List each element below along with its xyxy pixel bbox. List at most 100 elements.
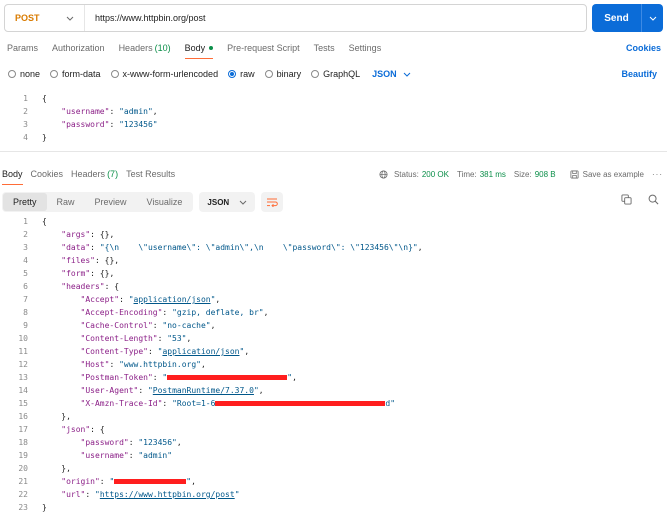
body-format-select[interactable]: JSON — [372, 69, 411, 79]
response-body-line: 9 "Cache-Control": "no-cache", — [0, 319, 667, 332]
line-number: 3 — [23, 243, 28, 252]
response-format-select[interactable]: JSON — [199, 192, 256, 212]
tab-params[interactable]: Params — [0, 37, 45, 59]
line-number: 3 — [23, 120, 28, 129]
code-text: "form": {}, — [61, 269, 115, 278]
response-body-line: 4 "files": {}, — [0, 254, 667, 267]
wrap-lines-button[interactable] — [261, 192, 284, 212]
response-actions — [605, 194, 659, 205]
code-text: "headers": { — [61, 282, 120, 291]
save-as-example-button[interactable]: Save as example — [570, 170, 644, 179]
response-tab-test-results[interactable]: Test Results — [122, 163, 179, 185]
response-body-line: 1{ — [0, 215, 667, 228]
code-text: "User-Agent": "PostmanRuntime/7.37.0", — [80, 386, 264, 395]
response-body-line: 18 "password": "123456", — [0, 436, 667, 449]
time-value[interactable]: 381 ms — [480, 170, 506, 179]
line-number: 20 — [18, 464, 28, 473]
code-text: "Content-Type": "application/json", — [80, 347, 250, 356]
tab-authorization[interactable]: Authorization — [45, 37, 112, 59]
response-tab-headers[interactable]: Headers (7) — [67, 163, 122, 185]
view-visualize[interactable]: Visualize — [137, 193, 193, 211]
send-options-button[interactable] — [641, 4, 663, 32]
response-body-line: 3 "data": "{\n \"username\": \"admin\",\… — [0, 241, 667, 254]
line-number: 23 — [18, 503, 28, 512]
code-text: "Host": "www.httpbin.org", — [80, 360, 206, 369]
view-preview[interactable]: Preview — [85, 193, 137, 211]
request-body-line: 4} — [0, 131, 667, 144]
view-mode-switch: Pretty Raw Preview Visualize — [2, 192, 194, 212]
response-body-line: 12 "Host": "www.httpbin.org", — [0, 358, 667, 371]
line-number: 16 — [18, 412, 28, 421]
code-text: "files": {}, — [61, 256, 120, 265]
response-tab-cookies[interactable]: Cookies — [27, 163, 68, 185]
response-body-line: 7 "Accept": "application/json", — [0, 293, 667, 306]
code-text: "json": { — [61, 425, 105, 434]
line-number: 2 — [23, 230, 28, 239]
response-body-line: 2 "args": {}, — [0, 228, 667, 241]
request-body-line: 3 "password": "123456" — [0, 118, 667, 131]
radio-form-data[interactable]: form-data — [50, 69, 101, 79]
line-number: 15 — [18, 399, 28, 408]
send-button[interactable]: Send — [592, 4, 663, 32]
radio-graphql[interactable]: GraphQL — [311, 69, 360, 79]
chevron-down-icon — [649, 16, 656, 21]
line-number: 1 — [23, 217, 28, 226]
response-body-line: 6 "headers": { — [0, 280, 667, 293]
radio-binary[interactable]: binary — [264, 69, 301, 79]
line-number: 7 — [23, 295, 28, 304]
request-tabs: Params Authorization Headers (10) Body Pr… — [0, 37, 667, 59]
tab-settings[interactable]: Settings — [342, 37, 389, 59]
response-status: Status: 200 OK Time: 381 ms Size: 908 B … — [379, 164, 663, 184]
line-number: 17 — [18, 425, 28, 434]
radio-raw[interactable]: raw — [228, 69, 255, 79]
response-body-line: 15 "X-Amzn-Trace-Id": "Root=1-6 d" — [0, 397, 667, 410]
code-text: "Cache-Control": "no-cache", — [80, 321, 216, 330]
code-text: "Postman-Token": " ", — [80, 373, 297, 382]
more-icon[interactable]: ··· — [652, 170, 663, 179]
line-number: 21 — [18, 477, 28, 486]
response-tab-body[interactable]: Body — [0, 163, 27, 185]
line-number: 19 — [18, 451, 28, 460]
line-number: 4 — [23, 256, 28, 265]
radio-none[interactable]: none — [8, 69, 40, 79]
headers-count: (10) — [154, 43, 171, 53]
url-input[interactable]: https://www.httpbin.org/post — [85, 13, 206, 23]
line-number: 1 — [23, 94, 28, 103]
response-body-line: 22 "url": "https://www.httpbin.org/post" — [0, 488, 667, 501]
response-body-viewer[interactable]: 1{2 "args": {}, 3 "data": "{\n \"username… — [0, 215, 667, 512]
body-indicator-dot — [209, 46, 214, 50]
code-text: "username": "admin", — [61, 107, 158, 116]
response-headers-count: (7) — [107, 169, 119, 179]
code-text: } — [42, 503, 47, 512]
response-body-line: 21 "origin": " ", — [0, 475, 667, 488]
code-text: "data": "{\n \"username\": \"admin\",\n … — [61, 243, 423, 252]
request-body-line: 2 "username": "admin", — [0, 105, 667, 118]
line-number: 14 — [18, 386, 28, 395]
response-body-line: 10 "Content-Length": "53", — [0, 332, 667, 345]
tab-headers[interactable]: Headers (10) — [112, 37, 178, 59]
cookies-link[interactable]: Cookies — [626, 43, 661, 53]
size-label: Size: — [513, 169, 532, 179]
search-icon[interactable] — [648, 194, 659, 205]
line-number: 2 — [23, 107, 28, 116]
tab-pre-request-script[interactable]: Pre-request Script — [220, 37, 307, 59]
line-number: 4 — [23, 133, 28, 142]
code-text: }, — [61, 412, 71, 421]
copy-icon[interactable] — [621, 194, 632, 205]
line-number: 6 — [23, 282, 28, 291]
response-body-line: 19 "username": "admin" — [0, 449, 667, 462]
code-text: { — [42, 94, 47, 103]
request-body-line: 1{ — [0, 92, 667, 105]
method-select[interactable]: POST — [5, 5, 85, 31]
size-value[interactable]: 908 B — [535, 170, 556, 179]
code-text: "password": "123456", — [80, 438, 182, 447]
status-value[interactable]: 200 OK — [422, 170, 449, 179]
view-pretty[interactable]: Pretty — [3, 193, 47, 211]
radio-x-www-form-urlencoded[interactable]: x-www-form-urlencoded — [110, 69, 218, 79]
request-body-editor[interactable]: 1{2 "username": "admin", 3 "password": "1… — [0, 92, 667, 152]
tab-tests[interactable]: Tests — [307, 37, 342, 59]
globe-icon — [379, 169, 388, 179]
beautify-button[interactable]: Beautify — [621, 69, 657, 79]
view-raw[interactable]: Raw — [47, 193, 85, 211]
tab-body[interactable]: Body — [178, 37, 221, 59]
